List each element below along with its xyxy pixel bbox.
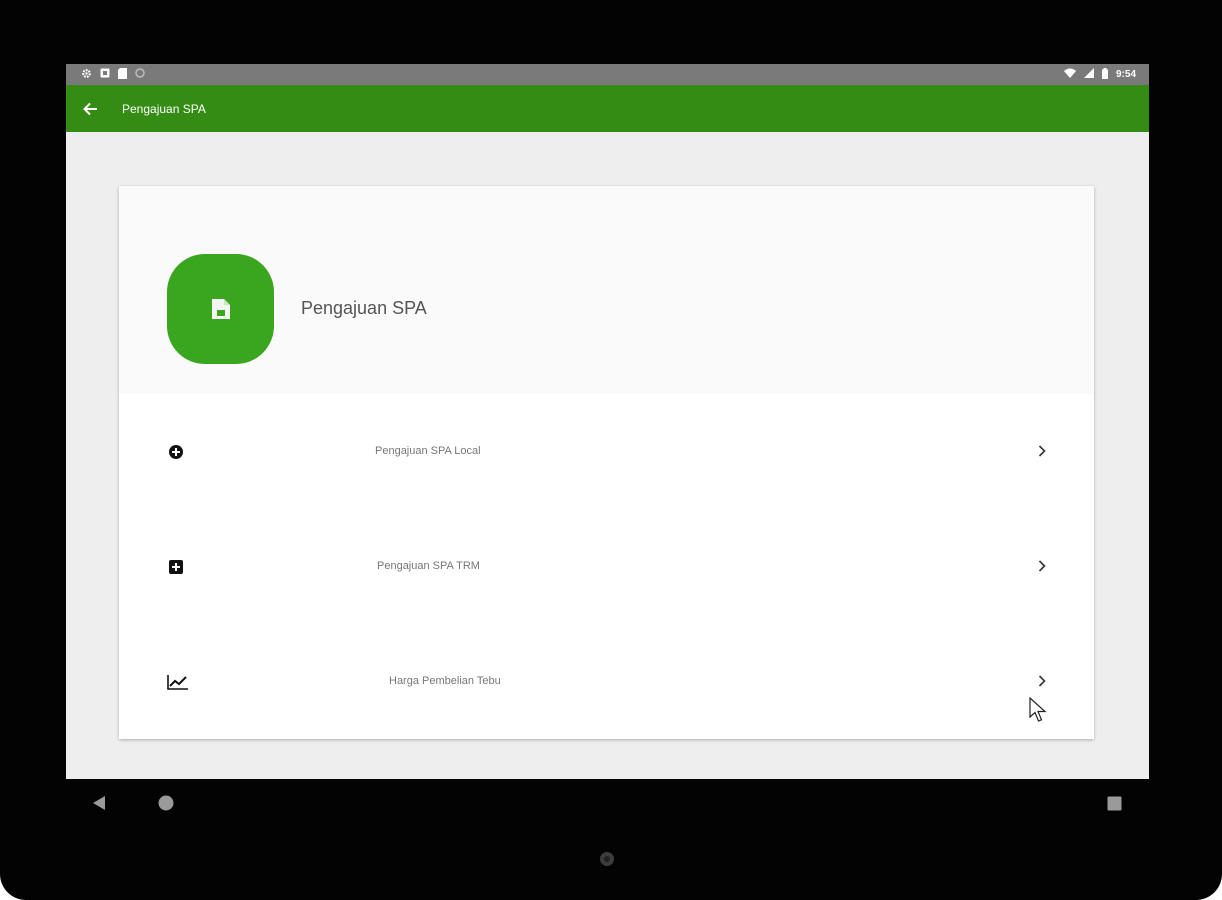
mouse-pointer-icon bbox=[1029, 697, 1047, 722]
hardware-home-button[interactable] bbox=[600, 852, 614, 866]
status-bar: 9:54 bbox=[66, 64, 1149, 85]
add-circle-icon bbox=[167, 443, 185, 461]
arrow-back-icon bbox=[83, 102, 97, 115]
chevron-right-icon bbox=[1035, 558, 1049, 574]
settings-icon bbox=[81, 68, 92, 82]
chevron-right-icon bbox=[1035, 673, 1049, 689]
signal-icon bbox=[1083, 68, 1094, 81]
tablet-frame: 9:54 Pengajuan SPA Pengajuan SPA Pengaju… bbox=[0, 0, 1222, 900]
menu-item-label: Pengajuan SPA Local bbox=[375, 445, 481, 457]
screen: 9:54 Pengajuan SPA Pengajuan SPA Pengaju… bbox=[66, 64, 1149, 779]
add-box-icon bbox=[167, 558, 185, 576]
header-icon-container bbox=[167, 254, 274, 364]
status-icons-left bbox=[81, 67, 145, 82]
battery-icon bbox=[1101, 67, 1108, 82]
status-icons-right: 9:54 bbox=[1063, 67, 1136, 82]
menu-item-harga-pembelian-tebu[interactable]: Harga Pembelian Tebu bbox=[119, 654, 1094, 708]
menu-item-spa-trm[interactable]: Pengajuan SPA TRM bbox=[119, 539, 1094, 593]
menu-item-spa-local[interactable]: Pengajuan SPA Local bbox=[119, 424, 1094, 478]
circle-icon bbox=[135, 68, 145, 81]
wifi-icon bbox=[1063, 68, 1076, 81]
back-nav-icon[interactable] bbox=[90, 793, 108, 813]
menu-item-label: Harga Pembelian Tebu bbox=[389, 675, 501, 687]
chevron-right-icon bbox=[1035, 443, 1049, 459]
notification-icon bbox=[100, 68, 110, 81]
status-time: 9:54 bbox=[1115, 69, 1136, 80]
app-bar: Pengajuan SPA bbox=[66, 85, 1149, 132]
app-bar-title: Pengajuan SPA bbox=[122, 101, 206, 116]
trending-up-icon bbox=[167, 673, 189, 691]
sd-card-icon bbox=[118, 67, 127, 82]
document-icon bbox=[211, 299, 230, 319]
home-nav-icon[interactable] bbox=[156, 793, 176, 813]
menu-item-label: Pengajuan SPA TRM bbox=[377, 560, 480, 572]
menu-card: Pengajuan SPA Pengajuan SPA Local Pengaj… bbox=[119, 186, 1094, 739]
recents-nav-icon[interactable] bbox=[1105, 793, 1123, 813]
card-header-title: Pengajuan SPA bbox=[301, 298, 427, 318]
card-header: Pengajuan SPA bbox=[119, 186, 1094, 394]
navigation-bar bbox=[0, 779, 1222, 827]
back-button[interactable] bbox=[68, 85, 112, 132]
